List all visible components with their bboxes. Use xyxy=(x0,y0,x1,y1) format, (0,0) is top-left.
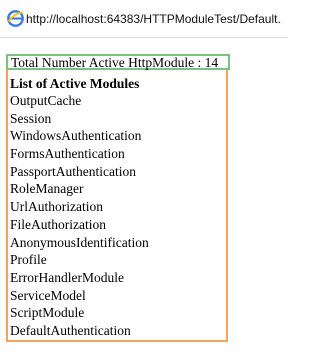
module-item: Profile xyxy=(10,252,47,268)
browser-address-bar[interactable]: http://localhost:64383/HTTPModuleTest/De… xyxy=(0,0,288,38)
module-item: OutputCache xyxy=(10,93,82,108)
active-modules-heading: List of Active Modules xyxy=(10,76,140,91)
module-item: FormsAuthentication xyxy=(10,146,125,162)
module-item: RoleManager xyxy=(10,181,84,197)
module-item: DefaultAuthentication xyxy=(10,322,131,338)
active-modules-panel: List of Active Modules OutputCache Sessi… xyxy=(6,68,228,342)
module-item: ErrorHandlerModule xyxy=(10,269,124,285)
module-item: FileAuthorization xyxy=(10,216,106,232)
address-url[interactable]: http://localhost:64383/HTTPModuleTest/De… xyxy=(26,12,282,26)
active-modules-list: OutputCache Session WindowsAuthenticatio… xyxy=(10,93,149,341)
module-item: ServiceModel xyxy=(10,287,86,303)
module-item: UrlAuthorization xyxy=(10,199,103,215)
module-item: WindowsAuthentication xyxy=(10,128,142,144)
active-module-count-box: Total Number Active HttpModule : 14 xyxy=(6,54,230,70)
module-item: AnonymousIdentification xyxy=(10,234,149,250)
active-module-count-label: Total Number Active HttpModule : 14 xyxy=(11,55,219,70)
module-item: Session xyxy=(10,110,52,126)
module-item: ScriptModule xyxy=(10,305,85,321)
module-item: PassportAuthentication xyxy=(10,163,136,179)
internet-explorer-icon xyxy=(7,10,24,27)
